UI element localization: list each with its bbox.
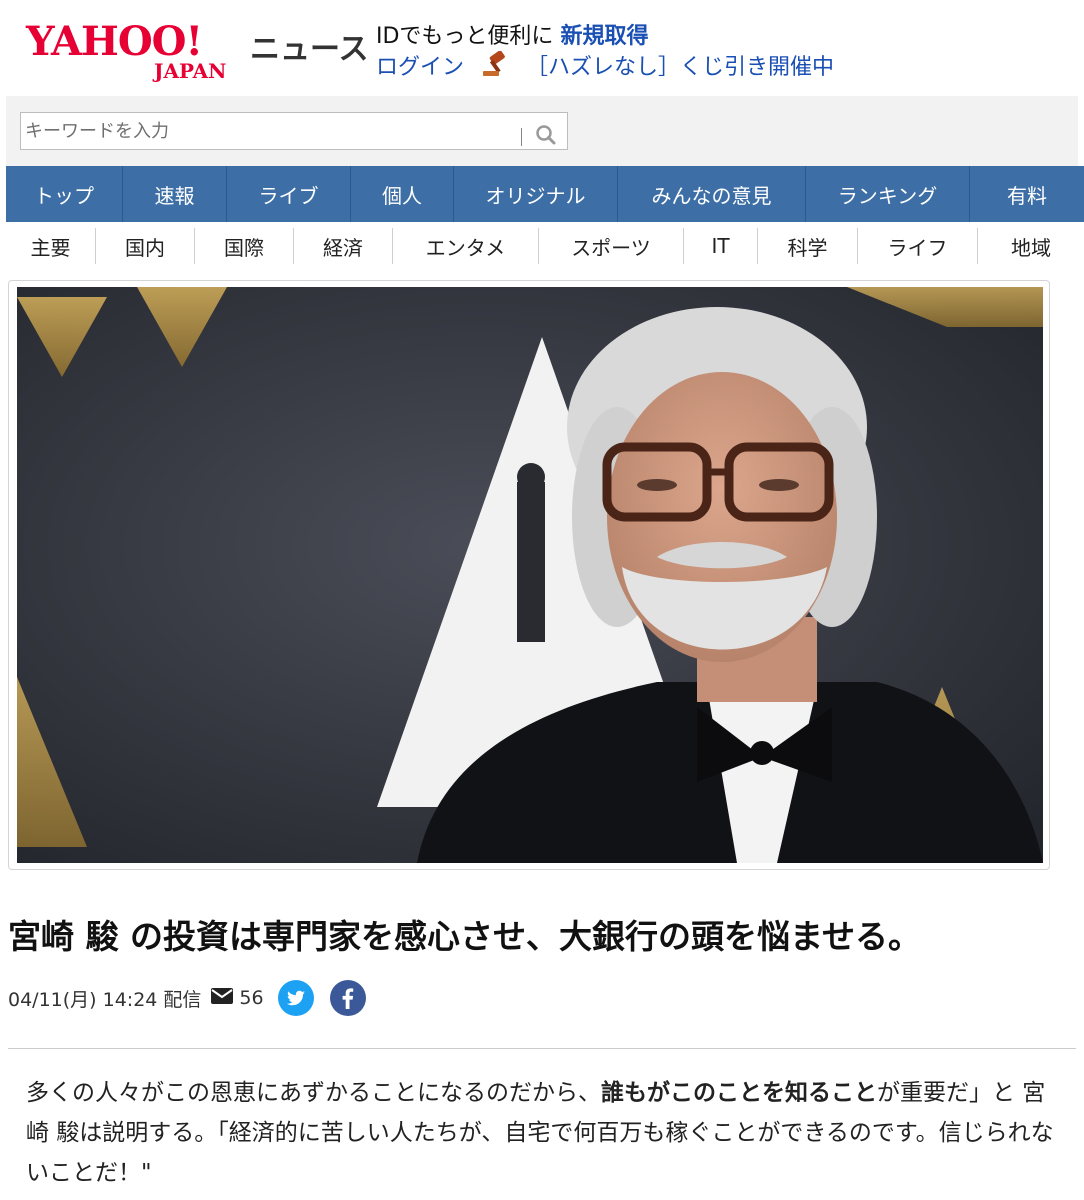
facebook-share-button[interactable] — [329, 980, 366, 1016]
article-date: 04/11(月) 14:24 配信 — [8, 988, 202, 1011]
facebook-icon — [342, 988, 353, 1009]
nav-live[interactable]: ライブ — [227, 166, 351, 222]
nav-top[interactable]: トップ — [6, 166, 123, 222]
cat-science[interactable]: 科学 — [758, 228, 858, 264]
category-nav: 主要 国内 国際 経済 エンタメ スポーツ IT 科学 ライフ 地域 — [6, 222, 1084, 270]
nav-original[interactable]: オリジナル — [454, 166, 618, 222]
nav-paid[interactable]: 有料 — [970, 166, 1084, 222]
divider — [8, 1048, 1076, 1049]
cat-domestic[interactable]: 国内 — [96, 228, 195, 264]
logo-japan-text: JAPAN — [154, 59, 227, 83]
nav-breaking[interactable]: 速報 — [123, 166, 227, 222]
nav-ranking[interactable]: ランキング — [806, 166, 970, 222]
search-button[interactable] — [531, 121, 561, 147]
signup-link[interactable]: 新規取得 — [560, 24, 648, 49]
nav-individual[interactable]: 個人 — [351, 166, 454, 222]
search-box — [20, 112, 568, 150]
promo-line-2: ログイン ［ハズレなし］くじ引き開催中 — [376, 50, 834, 85]
main-nav: トップ 速報 ライブ 個人 オリジナル みんなの意見 ランキング 有料 — [6, 166, 1084, 222]
search-icon — [536, 125, 556, 145]
article-title: 宮崎 駿 の投資は専門家を感心させ、大銀行の頭を悩ませる。 — [8, 917, 921, 956]
login-link[interactable]: ログイン — [376, 55, 464, 80]
cat-life[interactable]: ライフ — [858, 228, 978, 264]
login-promo: IDでもっと便利に 新規取得 ログイン ［ハズレなし］くじ引き開催中 — [376, 22, 834, 85]
twitter-icon — [286, 990, 305, 1006]
news-logo-text[interactable]: ニュース — [250, 24, 369, 68]
search-divider — [521, 128, 522, 146]
article-photo-frame — [8, 280, 1050, 870]
comment-icon — [211, 987, 234, 1009]
body-text-bold: 誰もがこのことを知ること — [601, 1080, 877, 1106]
body-text-part1: 多くの人々がこの恩恵にあずかることになるのだから、 — [26, 1080, 601, 1106]
nav-opinions[interactable]: みんなの意見 — [618, 166, 806, 222]
promo-text: IDでもっと便利に — [376, 24, 554, 49]
search-input[interactable] — [23, 115, 515, 147]
article-meta: 04/11(月) 14:24 配信 56 — [8, 980, 366, 1016]
gavel-icon — [481, 50, 509, 85]
cat-economy[interactable]: 経済 — [294, 228, 393, 264]
cat-main[interactable]: 主要 — [6, 228, 96, 264]
promo-line-1: IDでもっと便利に 新規取得 — [376, 22, 834, 51]
cat-region[interactable]: 地域 — [978, 228, 1084, 264]
comment-count[interactable]: 56 — [239, 987, 263, 1009]
yahoo-japan-logo[interactable]: YAHOO! JAPAN — [26, 18, 246, 83]
logo-yahoo-text: YAHOO! — [26, 18, 203, 65]
cat-entertainment[interactable]: エンタメ — [393, 228, 539, 264]
cat-it[interactable]: IT — [684, 228, 758, 264]
lottery-link[interactable]: ［ハズレなし］くじ引き開催中 — [526, 55, 834, 80]
cat-international[interactable]: 国際 — [195, 228, 294, 264]
article-photo[interactable] — [17, 287, 1043, 863]
site-header: YAHOO! JAPAN ニュース IDでもっと便利に 新規取得 ログイン ［ハ… — [0, 0, 1084, 92]
twitter-share-button[interactable] — [277, 980, 314, 1016]
article-body: 多くの人々がこの恩恵にあずかることになるのだから、誰もがこのことを知ることが重要… — [26, 1073, 1056, 1193]
cat-sports[interactable]: スポーツ — [539, 228, 684, 264]
search-bar — [6, 96, 1078, 166]
